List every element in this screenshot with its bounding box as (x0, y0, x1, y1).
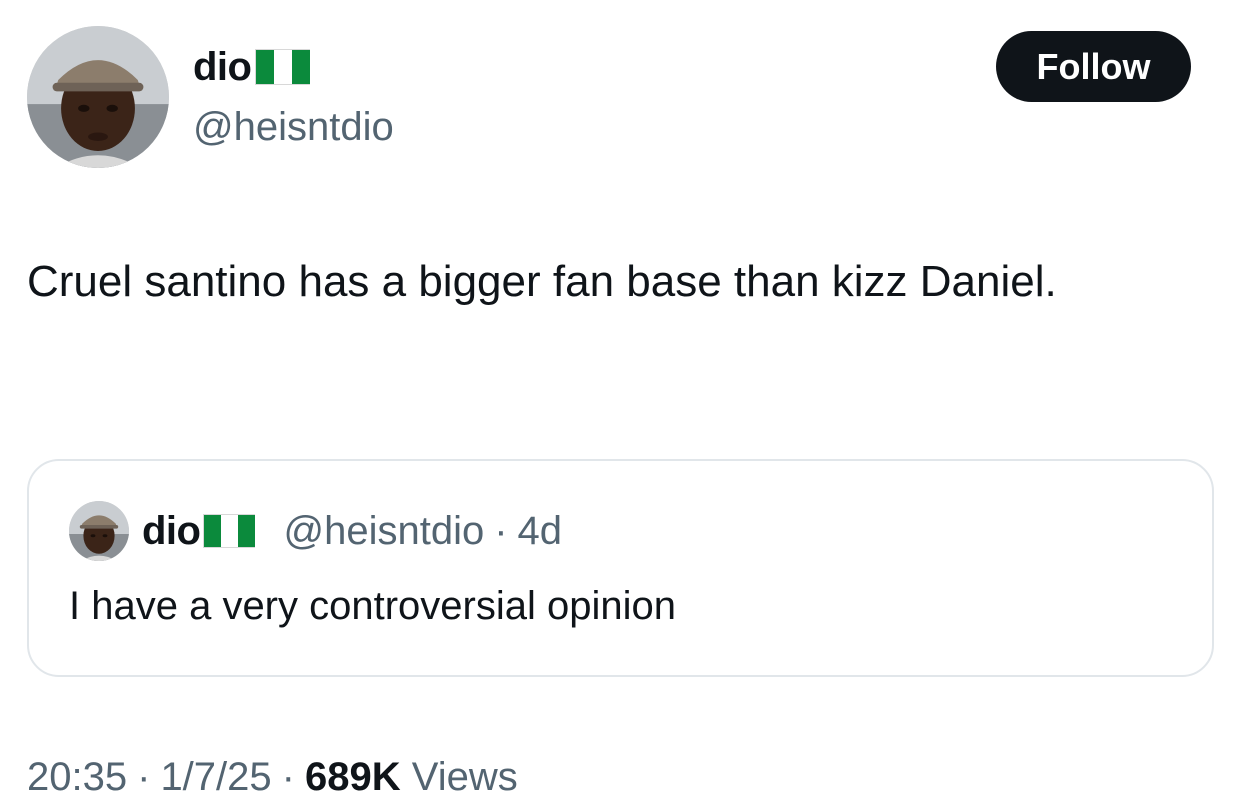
tweet-meta: 20:35 · 1/7/25 · 689K Views (27, 752, 518, 802)
quoted-avatar-image (69, 501, 129, 561)
quoted-tweet-card[interactable]: dio @heisntdio · 4d I have a very contro… (27, 459, 1214, 677)
views-label: Views (411, 755, 518, 799)
author-display-name[interactable]: dio (193, 42, 252, 92)
quoted-timestamp: 4d (517, 508, 563, 553)
tweet-text: Cruel santino has a bigger fan base than… (27, 257, 1057, 306)
meta-separator: · (137, 755, 151, 799)
quoted-separator: · (494, 508, 508, 553)
tweet-time[interactable]: 20:35 (27, 755, 127, 799)
author-handle[interactable]: @heisntdio (193, 102, 394, 152)
nigeria-flag-icon (255, 49, 311, 85)
quoted-header: dio @heisntdio · 4d (142, 507, 562, 555)
quoted-tweet-text: I have a very controversial opinion (69, 584, 676, 628)
quoted-author-avatar[interactable] (69, 501, 129, 561)
author-avatar[interactable] (27, 26, 169, 168)
quoted-display-name: dio (142, 508, 201, 553)
nigeria-flag-icon (203, 514, 256, 548)
follow-button[interactable]: Follow (996, 31, 1191, 102)
meta-separator: · (281, 755, 295, 799)
avatar-image (27, 26, 169, 168)
author-name-row[interactable]: dio (193, 42, 311, 92)
quoted-handle: @heisntdio (283, 508, 485, 553)
tweet-date[interactable]: 1/7/25 (160, 755, 271, 799)
views-count: 689K (304, 755, 401, 799)
